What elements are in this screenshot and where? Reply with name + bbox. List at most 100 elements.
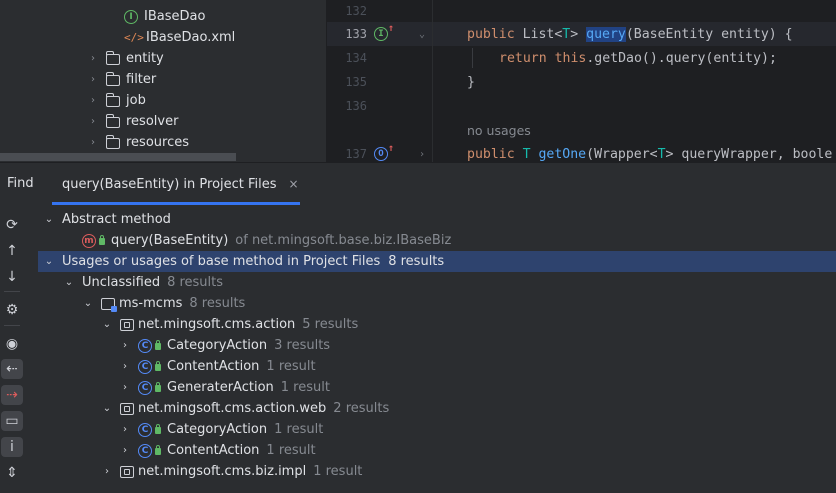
- result-count: 1 result: [266, 443, 316, 458]
- next-occurrence-icon[interactable]: ↓: [1, 267, 23, 287]
- folder-icon: [105, 134, 120, 149]
- code-token: >: [570, 26, 587, 42]
- tree-item-entity[interactable]: › entity: [88, 48, 164, 69]
- code-line-137[interactable]: public T getOne (Wrapper< T > queryWrapper,…: [467, 142, 832, 162]
- tree-node-abstract-method[interactable]: ⌄ Abstract method: [44, 209, 171, 230]
- tree-node-unclassified[interactable]: ⌄ Unclassified 8 results: [64, 272, 223, 293]
- tree-node-class[interactable]: › C ContentAction 1 result: [120, 440, 316, 461]
- code-line-133[interactable]: public List < T > query (BaseEntity entity) …: [467, 22, 793, 46]
- previous-occurrence-icon[interactable]: ↑: [1, 241, 23, 261]
- tree-node-package[interactable]: ⌄ net.mingsoft.cms.action.web 2 results: [102, 398, 389, 419]
- node-label: CategoryAction: [167, 422, 268, 437]
- chevron-right-icon[interactable]: ›: [88, 95, 98, 106]
- code-token: this: [554, 50, 587, 66]
- chevron-down-icon[interactable]: ⌄: [44, 256, 54, 267]
- chevron-down-icon[interactable]: ⌄: [83, 298, 93, 309]
- code-line-135[interactable]: }: [467, 70, 475, 94]
- tree-item-filter[interactable]: › filter: [88, 69, 156, 90]
- interface-icon: I: [124, 9, 138, 24]
- tree-node-abstract-method-item[interactable]: m query(BaseEntity) of net.mingsoft.base…: [82, 230, 451, 251]
- read-access-icon[interactable]: ⇠: [1, 359, 23, 379]
- code-token: <: [554, 26, 563, 42]
- tree-item-job[interactable]: › job: [88, 90, 146, 111]
- public-access-icon: [155, 361, 161, 371]
- chevron-right-icon[interactable]: ›: [120, 361, 130, 372]
- chevron-right-icon[interactable]: ›: [88, 116, 98, 127]
- line-number: 134: [345, 51, 367, 65]
- fold-chevron-icon[interactable]: ›: [419, 149, 425, 160]
- line-number: 137: [345, 147, 367, 161]
- chevron-right-icon[interactable]: ›: [88, 53, 98, 64]
- chevron-down-icon[interactable]: ⌄: [102, 403, 112, 414]
- find-tool-window: Find query(BaseEntity) in Project Files …: [0, 162, 836, 493]
- chevron-right-icon[interactable]: ›: [88, 74, 98, 85]
- chevron-down-icon[interactable]: ⌄: [64, 277, 74, 288]
- info-icon[interactable]: i: [1, 437, 23, 457]
- tree-item-ibasedao[interactable]: I IBaseDao: [124, 6, 205, 27]
- code-token: getOne: [538, 146, 587, 162]
- code-token: .getDao().query(entity);: [586, 50, 777, 66]
- preview-icon[interactable]: ◉: [1, 334, 23, 354]
- tree-item-label: IBaseDao.xml: [146, 30, 236, 45]
- tree-node-class[interactable]: › C CategoryAction 1 result: [120, 419, 323, 440]
- usages-hint[interactable]: no usages: [467, 123, 531, 138]
- chevron-right-icon[interactable]: ›: [120, 382, 130, 393]
- code-token: T: [522, 146, 531, 162]
- settings-icon[interactable]: ⚙: [1, 300, 23, 320]
- tree-node-class[interactable]: › C CategoryAction 3 results: [120, 335, 330, 356]
- method-name: query(BaseEntity): [111, 233, 229, 248]
- expand-collapse-icon[interactable]: ⇕: [1, 463, 23, 483]
- folder-icon: [105, 71, 120, 86]
- chevron-right-icon[interactable]: ›: [88, 137, 98, 148]
- code-editor[interactable]: 132 133 I ⌄ 134 135 136 137 O › public L…: [327, 0, 836, 162]
- implements-method-icon[interactable]: I: [374, 23, 394, 41]
- tree-node-class[interactable]: › C ContentAction 1 result: [120, 356, 316, 377]
- overrides-method-icon[interactable]: O: [374, 143, 394, 161]
- tree-item-label: resolver: [126, 114, 179, 129]
- result-count: 1 result: [313, 464, 363, 479]
- chevron-right-icon[interactable]: ›: [120, 340, 130, 351]
- node-label: ContentAction: [167, 359, 260, 374]
- indent-guide: [472, 48, 473, 68]
- close-icon[interactable]: ×: [289, 177, 299, 191]
- package-icon: [120, 318, 134, 331]
- tree-node-package[interactable]: › net.mingsoft.cms.biz.impl 1 result: [102, 461, 362, 482]
- result-count: 8 results: [388, 254, 445, 269]
- code-token: (BaseEntity entity) {: [625, 26, 793, 42]
- code-token: (Wrapper<: [586, 146, 658, 162]
- write-access-icon[interactable]: ⇢: [1, 385, 23, 405]
- tab-find-query[interactable]: query(BaseEntity) in Project Files ×: [52, 163, 300, 205]
- node-label: Unclassified: [82, 275, 161, 290]
- chevron-right-icon[interactable]: ›: [120, 424, 130, 435]
- code-token: List: [522, 26, 555, 42]
- gutter-line: 134: [327, 46, 427, 70]
- folder-icon: [105, 113, 120, 128]
- find-header: Find query(BaseEntity) in Project Files …: [0, 163, 836, 205]
- tree-item-ibasedao-xml[interactable]: </> IBaseDao.xml: [124, 27, 235, 48]
- tree-item-resources[interactable]: › resources: [88, 132, 189, 153]
- tree-item-label: resources: [126, 135, 190, 150]
- tree-node-usages[interactable]: ⌄ Usages or usages of base method in Pro…: [44, 251, 444, 272]
- tree-node-package[interactable]: ⌄ net.mingsoft.cms.action 5 results: [102, 314, 358, 335]
- method-owner: of net.mingsoft.base.biz.IBaseBiz: [235, 233, 452, 248]
- chevron-right-icon[interactable]: ›: [102, 466, 112, 477]
- chevron-down-icon[interactable]: ⌄: [44, 214, 54, 225]
- horizontal-scrollbar[interactable]: [0, 153, 236, 161]
- tree-item-resolver[interactable]: › resolver: [88, 111, 178, 132]
- result-count: 1 result: [266, 359, 316, 374]
- result-count: 3 results: [274, 338, 331, 353]
- result-count: 2 results: [333, 401, 390, 416]
- gutter-line: 133 I ⌄: [327, 22, 427, 46]
- folder-icon: [105, 92, 120, 107]
- node-label: ContentAction: [167, 443, 260, 458]
- tree-node-class[interactable]: › C GeneraterAction 1 result: [120, 377, 330, 398]
- code-line-134[interactable]: return this .getDao().query(entity);: [499, 46, 777, 70]
- chevron-down-icon[interactable]: ⌄: [102, 319, 112, 330]
- public-access-icon: [155, 382, 161, 392]
- code-token: return: [499, 50, 555, 66]
- rerun-icon[interactable]: ⟳: [1, 215, 23, 235]
- group-by-directory-icon[interactable]: ▭: [1, 411, 23, 431]
- tree-node-module[interactable]: ⌄ ms-mcms 8 results: [83, 293, 245, 314]
- chevron-right-icon[interactable]: ›: [120, 445, 130, 456]
- fold-chevron-icon[interactable]: ⌄: [419, 29, 425, 40]
